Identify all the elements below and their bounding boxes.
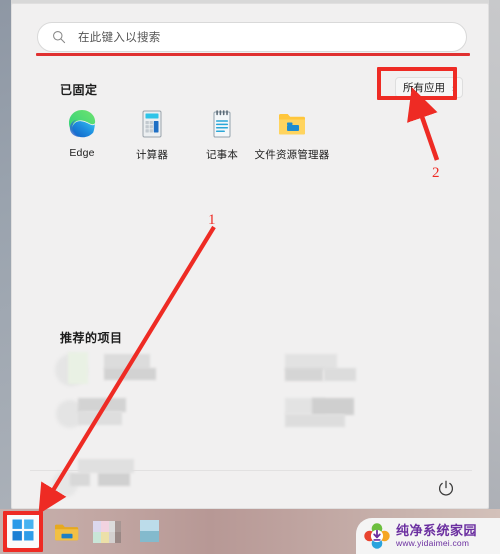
power-button[interactable] <box>436 479 456 499</box>
annotation-number-2: 2 <box>432 165 440 181</box>
app-label-edge: Edge <box>69 147 95 159</box>
folder-icon <box>55 524 79 540</box>
recommended-item-subtitle[interactable] <box>324 368 356 381</box>
desktop-wallpaper-right <box>489 0 500 509</box>
power-icon <box>438 480 454 496</box>
taskbar-file-explorer[interactable] <box>53 518 81 546</box>
search-placeholder: 在此键入以搜索 <box>78 32 161 44</box>
taskbar-blue-app[interactable] <box>138 518 166 546</box>
search-icon <box>53 31 66 44</box>
annotation-number-1: 1 <box>208 212 216 228</box>
annotation-box-start-button <box>3 511 43 552</box>
pinned-apps-grid: Edge 计算器 记事本 文件资源管理器 <box>47 108 467 162</box>
store-icon <box>93 520 121 543</box>
watermark-url: www.yidaimei.com <box>396 537 470 548</box>
pinned-section-header: 已固定 <box>60 83 98 97</box>
edge-icon <box>66 108 98 140</box>
search-input[interactable]: 在此键入以搜索 <box>37 22 467 52</box>
recommended-item-subtitle[interactable] <box>285 368 323 381</box>
recommended-item-title[interactable] <box>104 354 150 369</box>
recommended-item-title[interactable] <box>78 398 126 412</box>
desktop-wallpaper-left <box>0 0 11 509</box>
file-explorer-icon <box>276 108 308 140</box>
recommended-item-subtitle[interactable] <box>78 411 122 425</box>
recommended-item-subtitle[interactable] <box>285 414 345 427</box>
app-tile-edge[interactable]: Edge <box>47 108 117 162</box>
calculator-icon <box>136 108 168 140</box>
account-name <box>98 473 130 486</box>
recommended-section-header: 推荐的项目 <box>60 331 123 345</box>
app-tile-file-explorer[interactable]: 文件资源管理器 <box>254 108 330 162</box>
blue-app-icon <box>140 519 159 542</box>
watermark-title: 纯净系统家园 <box>396 522 478 538</box>
app-label-notepad: 记事本 <box>205 149 239 161</box>
account-name <box>78 459 134 473</box>
notepad-icon <box>206 108 238 140</box>
recommended-item-subtitle[interactable] <box>104 368 156 380</box>
app-tile-calculator[interactable]: 计算器 <box>117 108 187 162</box>
recommended-item-thumb[interactable] <box>68 352 88 384</box>
annotation-box-all-apps <box>377 67 457 100</box>
recommended-item-subtitle[interactable] <box>312 398 354 415</box>
app-label-file-explorer: 文件资源管理器 <box>254 149 330 161</box>
flower-download-logo-icon <box>364 523 390 549</box>
account-name <box>70 473 90 486</box>
user-account-button[interactable] <box>52 459 192 504</box>
taskbar-microsoft-store[interactable] <box>92 518 122 546</box>
app-label-calculator: 计算器 <box>135 149 169 161</box>
app-tile-notepad[interactable]: 记事本 <box>187 108 257 162</box>
search-bar[interactable]: 在此键入以搜索 <box>37 22 467 52</box>
recommended-items-list <box>12 352 490 472</box>
search-underline-annotation <box>36 53 470 56</box>
watermark: 纯净系统家园 www.yidaimei.com <box>356 518 500 554</box>
